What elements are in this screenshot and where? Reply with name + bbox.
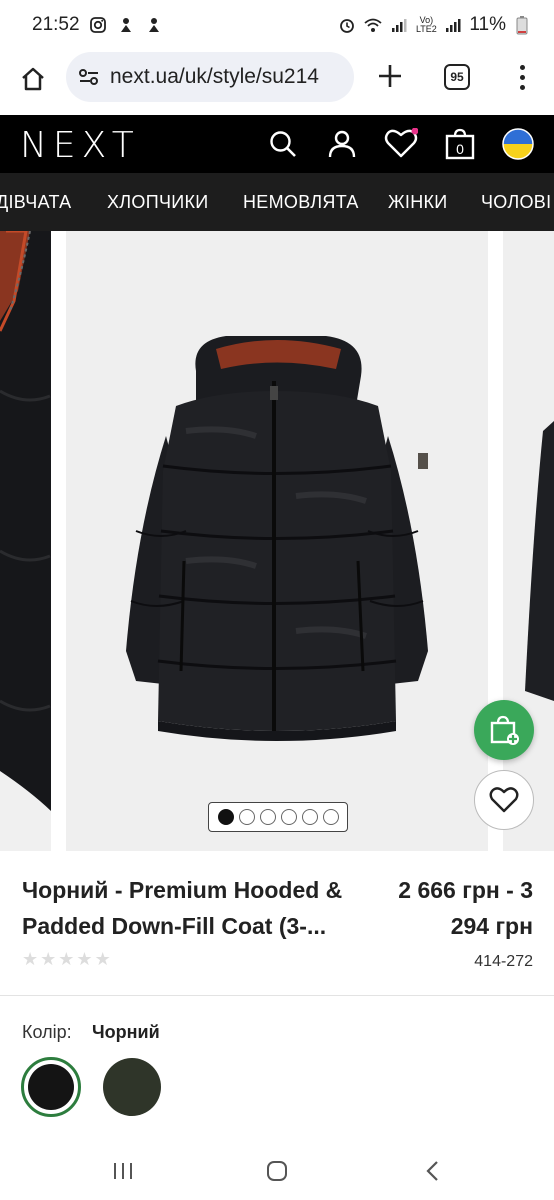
gallery-slide-main[interactable] <box>66 231 488 851</box>
volte-icon: Vo) LTE2 <box>415 15 437 34</box>
notification-app-icon <box>116 15 136 35</box>
nav-item-girls[interactable]: ДІВЧАТА <box>0 192 72 213</box>
address-bar[interactable]: next.ua/uk/style/su214 <box>66 52 354 102</box>
product-gallery[interactable] <box>0 231 554 851</box>
heart-icon <box>384 128 418 158</box>
gallery-pagination <box>208 802 348 832</box>
user-icon <box>328 130 356 158</box>
wifi-icon <box>363 15 383 35</box>
color-swatch-khaki[interactable] <box>103 1058 161 1116</box>
pager-dot-4[interactable] <box>280 809 297 825</box>
product-price: 2 666 грн - 3 294 грн <box>398 877 533 939</box>
product-title: Чорний - Premium Hooded & Padded Down-Fi… <box>22 877 343 939</box>
product-sku: 414-272 <box>474 953 533 970</box>
country-selector[interactable] <box>501 127 535 161</box>
color-value: Чорний <box>92 1022 160 1042</box>
color-swatch-black[interactable] <box>21 1057 81 1117</box>
divider <box>0 995 554 996</box>
instagram-icon <box>88 15 108 35</box>
battery-percent: 11% <box>469 14 506 35</box>
recent-apps-icon <box>114 1163 132 1179</box>
add-to-bag-button[interactable] <box>474 700 534 760</box>
nav-item-baby[interactable]: НЕМОВЛЯТА <box>243 192 359 213</box>
nav-item-boys[interactable]: ХЛОПЧИКИ <box>107 192 209 213</box>
nav-item-women[interactable]: ЖІНКИ <box>388 192 448 213</box>
star-icon: ★ <box>94 949 111 969</box>
notification-app-icon-2 <box>144 15 164 35</box>
home-button[interactable] <box>16 62 50 96</box>
next-logo[interactable]: NEXT <box>20 125 140 166</box>
pager-dot-6[interactable] <box>322 809 339 825</box>
bag-count: 0 <box>456 141 464 157</box>
browser-toolbar: next.ua/uk/style/su214 95 <box>0 50 554 114</box>
star-icon: ★ <box>58 949 75 969</box>
search-icon <box>270 131 296 157</box>
home-nav-icon <box>267 1161 287 1181</box>
status-bar: 21:52 Vo) LTE2 11% <box>0 0 554 50</box>
pager-dot-2[interactable] <box>238 809 255 825</box>
tab-switcher-button[interactable]: 95 <box>444 64 470 90</box>
pager-dot-3[interactable] <box>259 809 276 825</box>
rating-stars[interactable]: ★ ★ ★ ★ ★ <box>22 949 111 970</box>
gallery-slide-previous[interactable] <box>0 231 51 851</box>
bag-button[interactable]: 0 <box>443 127 477 161</box>
new-tab-button[interactable] <box>372 58 408 94</box>
pager-dot-1[interactable] <box>217 809 234 825</box>
back-button[interactable] <box>418 1157 448 1185</box>
pager-dot-5[interactable] <box>301 809 318 825</box>
add-to-favourites-button[interactable] <box>474 770 534 830</box>
account-button[interactable] <box>325 127 359 161</box>
signal-icon <box>389 15 409 35</box>
search-button[interactable] <box>266 127 300 161</box>
home-nav-button[interactable] <box>262 1157 292 1185</box>
alarm-icon <box>337 15 357 35</box>
recent-apps-button[interactable] <box>108 1157 138 1185</box>
signal-icon-2 <box>443 15 463 35</box>
product-image-coat <box>126 336 428 741</box>
shopping-bag-icon: 0 <box>445 128 475 160</box>
nav-item-men[interactable]: ЧОЛОВІ <box>481 192 551 213</box>
color-label: Колір: <box>22 1022 72 1042</box>
star-icon: ★ <box>40 949 57 969</box>
bag-add-icon <box>490 715 519 745</box>
plus-icon <box>379 65 401 87</box>
category-nav: ДІВЧАТА ХЛОПЧИКИ НЕМОВЛЯТА ЖІНКИ ЧОЛОВІ <box>0 173 554 231</box>
ukraine-flag-icon <box>502 128 534 160</box>
status-time: 21:52 <box>32 14 80 35</box>
site-settings-icon[interactable] <box>76 64 102 90</box>
favourites-button[interactable] <box>384 127 418 161</box>
system-navigation-bar <box>0 1140 554 1200</box>
star-icon: ★ <box>76 949 93 969</box>
home-icon <box>22 67 44 91</box>
heart-outline-icon <box>489 787 519 813</box>
site-header: NEXT 0 <box>0 115 554 173</box>
battery-icon <box>512 15 532 35</box>
browser-menu-button[interactable] <box>510 62 534 92</box>
back-icon <box>426 1161 438 1181</box>
url-text: next.ua/uk/style/su214 <box>110 65 319 88</box>
star-icon: ★ <box>22 949 39 969</box>
